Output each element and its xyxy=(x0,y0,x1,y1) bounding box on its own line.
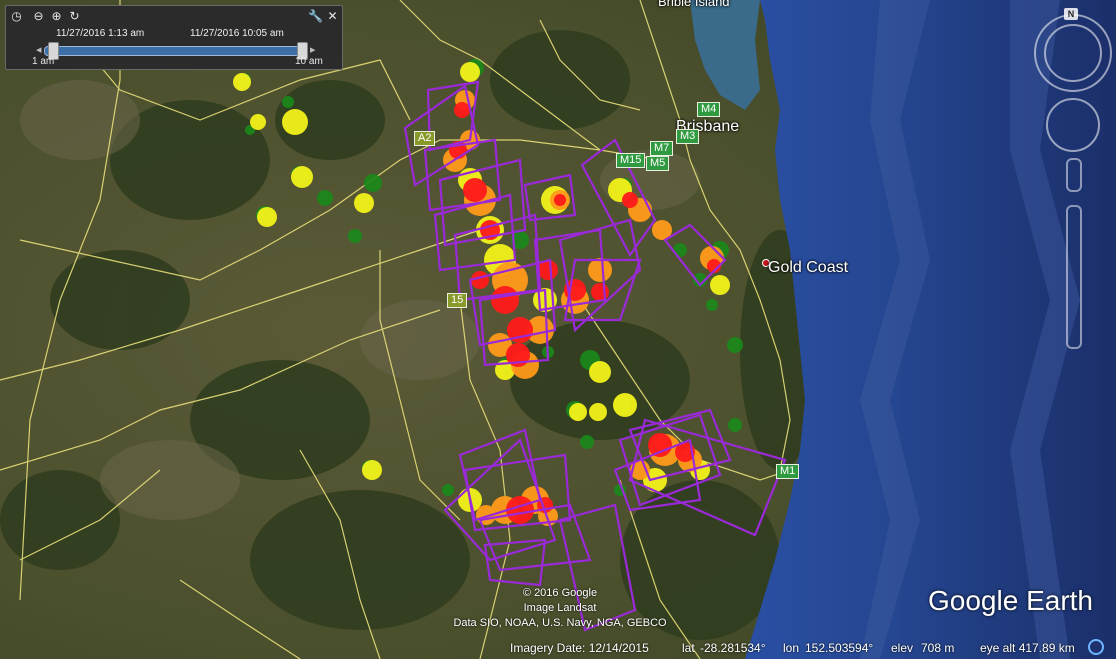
place-bribie-island: Bribie Island xyxy=(658,0,730,9)
elev-label: elev xyxy=(891,641,914,655)
streaming-indicator-icon xyxy=(1088,639,1104,655)
end-datetime: 11/27/2016 10:05 am xyxy=(190,28,284,39)
road-shield-m7: M7 xyxy=(650,141,674,156)
google-earth-logo: Google Earth xyxy=(928,585,1093,616)
eye-altitude: eye alt 417.89 km xyxy=(980,641,1075,655)
map-viewport[interactable]: ◷ ⊖ ⊕ ↻ 🔧 ✕ 11/27/2016 1:13 am 11/27/201… xyxy=(0,0,1116,659)
step-back-icon[interactable]: ◂ xyxy=(36,43,42,56)
wrench-icon[interactable]: 🔧 xyxy=(308,10,323,23)
status-bar: Imagery Date: 12/14/2015 lat -28.281534°… xyxy=(500,639,1116,659)
road-shield-m5: M5 xyxy=(646,156,670,171)
lat-label: lat xyxy=(682,641,695,655)
road-shield-m15: M15 xyxy=(616,153,646,168)
look-joystick[interactable] xyxy=(1044,24,1102,82)
zoom-slider[interactable] xyxy=(1066,205,1082,349)
end-label: 10 am xyxy=(295,56,323,67)
start-label: 1 am xyxy=(32,56,55,67)
satellite-map[interactable] xyxy=(0,0,1116,659)
road-shield-m4: M4 xyxy=(697,102,721,117)
imagery-date: Imagery Date: 12/14/2015 xyxy=(510,641,649,655)
start-datetime: 11/27/2016 1:13 am xyxy=(56,28,145,39)
lon-value: 152.503594° xyxy=(805,641,874,655)
lat-value: -28.281534° xyxy=(700,641,766,655)
attribution-copyright: © 2016 Google xyxy=(522,587,598,599)
street-view-pegman-icon[interactable] xyxy=(1066,158,1082,192)
time-slider-panel[interactable]: ◷ ⊖ ⊕ ↻ 🔧 ✕ 11/27/2016 1:13 am 11/27/201… xyxy=(5,5,343,70)
refresh-icon[interactable]: ↻ xyxy=(68,10,81,23)
move-joystick[interactable] xyxy=(1046,98,1100,152)
step-forward-icon[interactable]: ▸ xyxy=(310,43,316,56)
road-shield-m3: M3 xyxy=(676,129,700,144)
time-track[interactable] xyxy=(44,46,308,56)
road-shield-a2: A2 xyxy=(414,131,436,146)
attribution: © 2016 Google Image Landsat Data SIO, NO… xyxy=(430,586,690,631)
zoom-in-icon[interactable]: ⊕ xyxy=(50,10,63,23)
close-icon[interactable]: ✕ xyxy=(326,10,339,23)
elev-value: 708 m xyxy=(921,641,955,655)
attribution-imagery: Image Landsat xyxy=(523,602,597,614)
road-shield-m1: M1 xyxy=(776,464,800,479)
place-gold-coast: Gold Coast xyxy=(768,259,849,276)
north-indicator[interactable]: N xyxy=(1064,8,1078,20)
clock-icon[interactable]: ◷ xyxy=(10,10,23,23)
lon-label: lon xyxy=(783,641,800,655)
zoom-out-icon[interactable]: ⊖ xyxy=(32,10,45,23)
road-shield-15: 15 xyxy=(447,293,468,308)
attribution-data: Data SIO, NOAA, U.S. Navy, NGA, GEBCO xyxy=(453,617,667,629)
